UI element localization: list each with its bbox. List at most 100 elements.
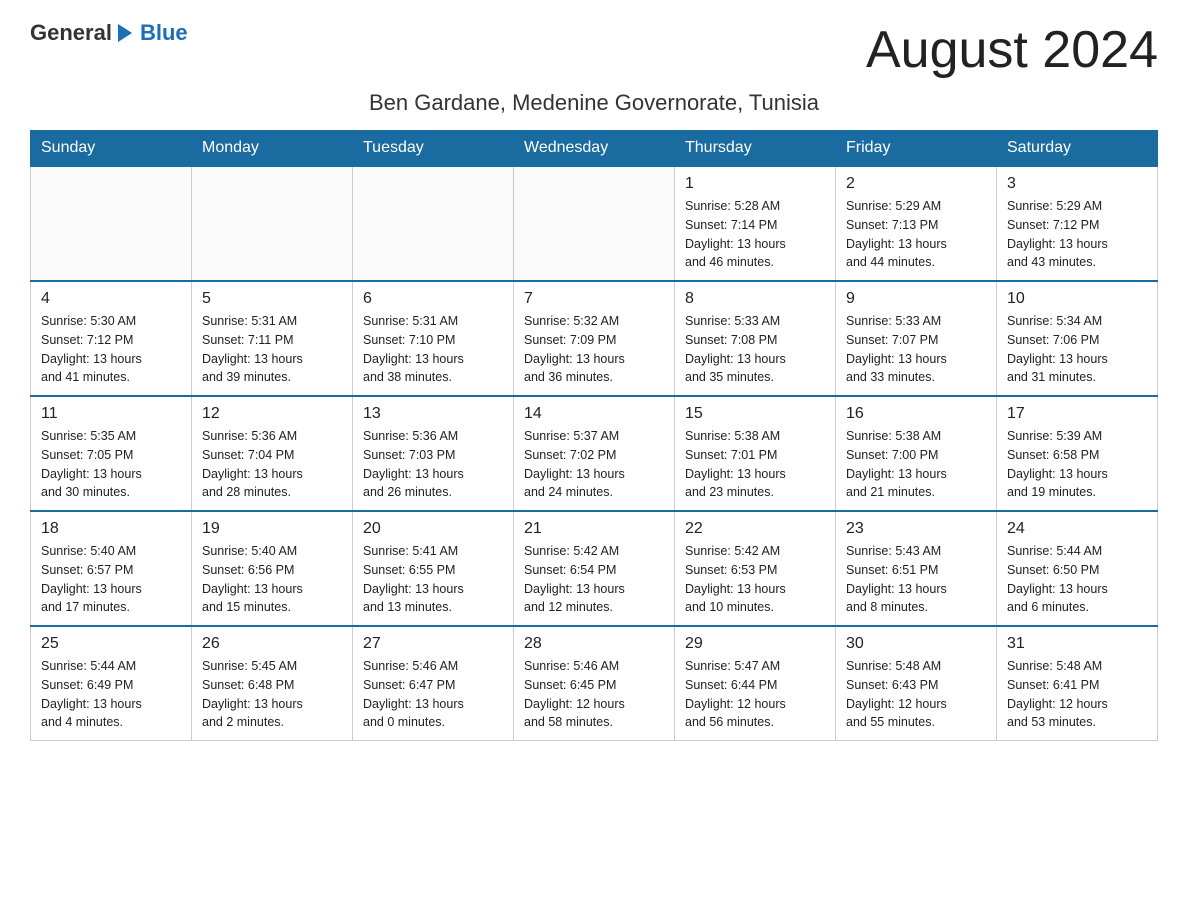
day-number: 6 bbox=[363, 290, 503, 308]
day-info: Sunrise: 5:46 AM Sunset: 6:47 PM Dayligh… bbox=[363, 657, 503, 732]
day-info: Sunrise: 5:38 AM Sunset: 7:00 PM Dayligh… bbox=[846, 427, 986, 502]
calendar-cell: 10Sunrise: 5:34 AM Sunset: 7:06 PM Dayli… bbox=[997, 281, 1158, 396]
day-number: 23 bbox=[846, 520, 986, 538]
day-info: Sunrise: 5:42 AM Sunset: 6:53 PM Dayligh… bbox=[685, 542, 825, 617]
weekday-header-monday: Monday bbox=[192, 131, 353, 167]
day-number: 5 bbox=[202, 290, 342, 308]
day-info: Sunrise: 5:48 AM Sunset: 6:43 PM Dayligh… bbox=[846, 657, 986, 732]
day-info: Sunrise: 5:45 AM Sunset: 6:48 PM Dayligh… bbox=[202, 657, 342, 732]
weekday-header-saturday: Saturday bbox=[997, 131, 1158, 167]
day-info: Sunrise: 5:33 AM Sunset: 7:07 PM Dayligh… bbox=[846, 312, 986, 387]
calendar-cell bbox=[353, 166, 514, 281]
day-info: Sunrise: 5:29 AM Sunset: 7:13 PM Dayligh… bbox=[846, 197, 986, 272]
calendar-cell bbox=[514, 166, 675, 281]
day-number: 29 bbox=[685, 635, 825, 653]
day-info: Sunrise: 5:28 AM Sunset: 7:14 PM Dayligh… bbox=[685, 197, 825, 272]
calendar-cell: 27 Sunrise: 5:46 AM Sunset: 6:47 PM Dayli… bbox=[353, 626, 514, 741]
day-info: Sunrise: 5:39 AM Sunset: 6:58 PM Dayligh… bbox=[1007, 427, 1147, 502]
day-number: 7 bbox=[524, 290, 664, 308]
day-info: Sunrise: 5:47 AM Sunset: 6:44 PM Dayligh… bbox=[685, 657, 825, 732]
day-info: Sunrise: 5:48 AM Sunset: 6:41 PM Dayligh… bbox=[1007, 657, 1147, 732]
calendar-cell: 20 Sunrise: 5:41 AM Sunset: 6:55 PM Dayli… bbox=[353, 511, 514, 626]
page-header: General Blue August 2024 bbox=[30, 20, 1158, 80]
day-info: Sunrise: 5:40 AM Sunset: 6:57 PM Dayligh… bbox=[41, 542, 181, 617]
calendar-cell: 5 Sunrise: 5:31 AM Sunset: 7:11 PM Daylig… bbox=[192, 281, 353, 396]
day-number: 22 bbox=[685, 520, 825, 538]
calendar-header-row: SundayMondayTuesdayWednesdayThursdayFrid… bbox=[31, 131, 1158, 167]
day-info: Sunrise: 5:30 AM Sunset: 7:12 PM Dayligh… bbox=[41, 312, 181, 387]
week-row-2: 4 Sunrise: 5:30 AM Sunset: 7:12 PM Daylig… bbox=[31, 281, 1158, 396]
logo-text-blue: Blue bbox=[140, 20, 188, 46]
weekday-header-wednesday: Wednesday bbox=[514, 131, 675, 167]
calendar-cell: 19 Sunrise: 5:40 AM Sunset: 6:56 PM Dayli… bbox=[192, 511, 353, 626]
day-number: 18 bbox=[41, 520, 181, 538]
week-row-1: 1 Sunrise: 5:28 AM Sunset: 7:14 PM Daylig… bbox=[31, 166, 1158, 281]
day-number: 16 bbox=[846, 405, 986, 423]
day-info: Sunrise: 5:44 AM Sunset: 6:50 PM Dayligh… bbox=[1007, 542, 1147, 617]
day-number: 30 bbox=[846, 635, 986, 653]
calendar-cell: 29 Sunrise: 5:47 AM Sunset: 6:44 PM Dayli… bbox=[675, 626, 836, 741]
calendar-cell: 15Sunrise: 5:38 AM Sunset: 7:01 PM Dayli… bbox=[675, 396, 836, 511]
day-number: 13 bbox=[363, 405, 503, 423]
calendar-cell: 7Sunrise: 5:32 AM Sunset: 7:09 PM Daylig… bbox=[514, 281, 675, 396]
calendar-cell: 2Sunrise: 5:29 AM Sunset: 7:13 PM Daylig… bbox=[836, 166, 997, 281]
calendar-cell: 12Sunrise: 5:36 AM Sunset: 7:04 PM Dayli… bbox=[192, 396, 353, 511]
month-title: August 2024 bbox=[866, 20, 1158, 80]
day-info: Sunrise: 5:34 AM Sunset: 7:06 PM Dayligh… bbox=[1007, 312, 1147, 387]
calendar-cell: 25 Sunrise: 5:44 AM Sunset: 6:49 PM Dayli… bbox=[31, 626, 192, 741]
day-number: 20 bbox=[363, 520, 503, 538]
day-number: 25 bbox=[41, 635, 181, 653]
calendar-cell: 3Sunrise: 5:29 AM Sunset: 7:12 PM Daylig… bbox=[997, 166, 1158, 281]
day-info: Sunrise: 5:42 AM Sunset: 6:54 PM Dayligh… bbox=[524, 542, 664, 617]
calendar-cell: 11 Sunrise: 5:35 AM Sunset: 7:05 PM Dayli… bbox=[31, 396, 192, 511]
week-row-3: 11 Sunrise: 5:35 AM Sunset: 7:05 PM Dayli… bbox=[31, 396, 1158, 511]
day-number: 12 bbox=[202, 405, 342, 423]
calendar-cell: 1 Sunrise: 5:28 AM Sunset: 7:14 PM Daylig… bbox=[675, 166, 836, 281]
calendar-cell: 17 Sunrise: 5:39 AM Sunset: 6:58 PM Dayli… bbox=[997, 396, 1158, 511]
calendar-cell: 9 Sunrise: 5:33 AM Sunset: 7:07 PM Daylig… bbox=[836, 281, 997, 396]
day-info: Sunrise: 5:44 AM Sunset: 6:49 PM Dayligh… bbox=[41, 657, 181, 732]
week-row-4: 18 Sunrise: 5:40 AM Sunset: 6:57 PM Dayli… bbox=[31, 511, 1158, 626]
calendar-cell: 8Sunrise: 5:33 AM Sunset: 7:08 PM Daylig… bbox=[675, 281, 836, 396]
calendar-cell: 26Sunrise: 5:45 AM Sunset: 6:48 PM Dayli… bbox=[192, 626, 353, 741]
weekday-header-sunday: Sunday bbox=[31, 131, 192, 167]
day-info: Sunrise: 5:31 AM Sunset: 7:11 PM Dayligh… bbox=[202, 312, 342, 387]
location-title: Ben Gardane, Medenine Governorate, Tunis… bbox=[30, 90, 1158, 116]
weekday-header-friday: Friday bbox=[836, 131, 997, 167]
day-number: 4 bbox=[41, 290, 181, 308]
day-number: 24 bbox=[1007, 520, 1147, 538]
logo-triangle-icon bbox=[118, 24, 132, 42]
week-row-5: 25 Sunrise: 5:44 AM Sunset: 6:49 PM Dayli… bbox=[31, 626, 1158, 741]
calendar-cell: 16 Sunrise: 5:38 AM Sunset: 7:00 PM Dayli… bbox=[836, 396, 997, 511]
weekday-header-tuesday: Tuesday bbox=[353, 131, 514, 167]
calendar-cell bbox=[192, 166, 353, 281]
day-number: 31 bbox=[1007, 635, 1147, 653]
logo-text-general: General bbox=[30, 20, 112, 46]
day-info: Sunrise: 5:35 AM Sunset: 7:05 PM Dayligh… bbox=[41, 427, 181, 502]
day-info: Sunrise: 5:46 AM Sunset: 6:45 PM Dayligh… bbox=[524, 657, 664, 732]
day-info: Sunrise: 5:43 AM Sunset: 6:51 PM Dayligh… bbox=[846, 542, 986, 617]
calendar-table: SundayMondayTuesdayWednesdayThursdayFrid… bbox=[30, 130, 1158, 741]
day-info: Sunrise: 5:31 AM Sunset: 7:10 PM Dayligh… bbox=[363, 312, 503, 387]
day-info: Sunrise: 5:40 AM Sunset: 6:56 PM Dayligh… bbox=[202, 542, 342, 617]
day-number: 17 bbox=[1007, 405, 1147, 423]
day-info: Sunrise: 5:29 AM Sunset: 7:12 PM Dayligh… bbox=[1007, 197, 1147, 272]
calendar-cell: 22 Sunrise: 5:42 AM Sunset: 6:53 PM Dayli… bbox=[675, 511, 836, 626]
day-number: 9 bbox=[846, 290, 986, 308]
weekday-header-thursday: Thursday bbox=[675, 131, 836, 167]
logo: General Blue bbox=[30, 20, 188, 46]
calendar-cell: 31 Sunrise: 5:48 AM Sunset: 6:41 PM Dayli… bbox=[997, 626, 1158, 741]
day-number: 27 bbox=[363, 635, 503, 653]
day-info: Sunrise: 5:41 AM Sunset: 6:55 PM Dayligh… bbox=[363, 542, 503, 617]
day-info: Sunrise: 5:36 AM Sunset: 7:03 PM Dayligh… bbox=[363, 427, 503, 502]
day-number: 8 bbox=[685, 290, 825, 308]
calendar-cell bbox=[31, 166, 192, 281]
day-number: 11 bbox=[41, 405, 181, 423]
day-number: 28 bbox=[524, 635, 664, 653]
day-number: 1 bbox=[685, 175, 825, 193]
day-number: 15 bbox=[685, 405, 825, 423]
day-number: 19 bbox=[202, 520, 342, 538]
day-number: 21 bbox=[524, 520, 664, 538]
day-info: Sunrise: 5:37 AM Sunset: 7:02 PM Dayligh… bbox=[524, 427, 664, 502]
calendar-cell: 28 Sunrise: 5:46 AM Sunset: 6:45 PM Dayli… bbox=[514, 626, 675, 741]
